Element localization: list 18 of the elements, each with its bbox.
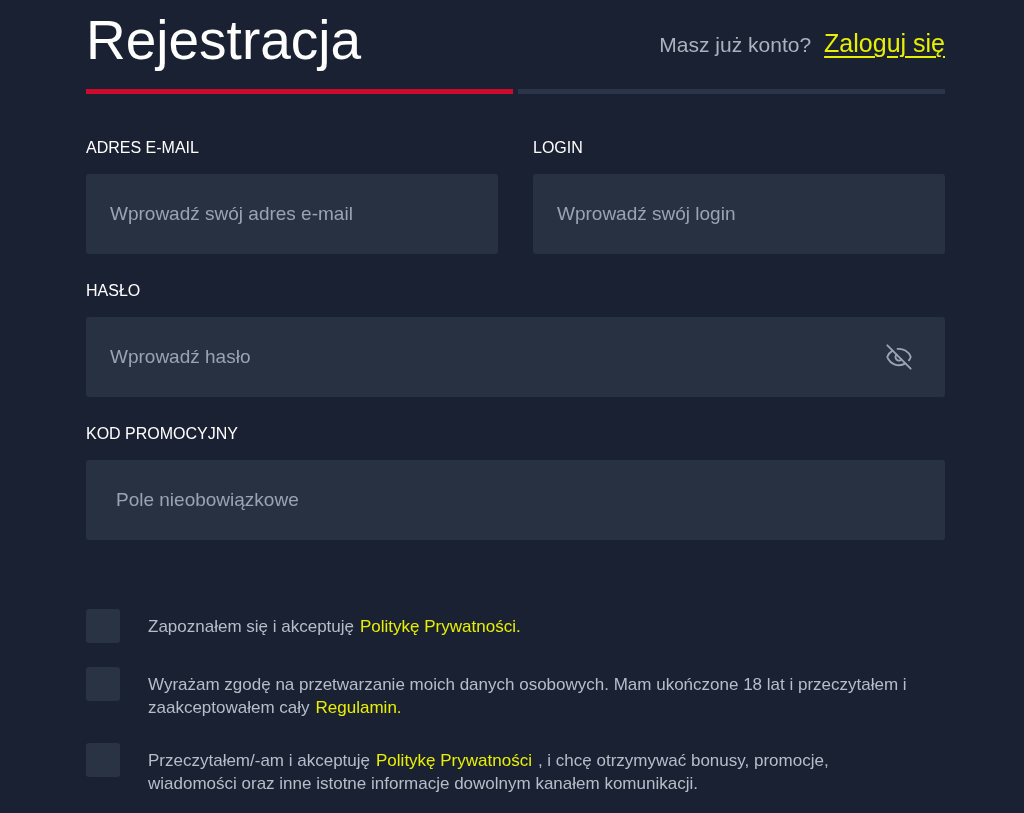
consent-text: Przeczytałem/-am i akceptuję Politykę Prywatności , i chcę otrzymywać bonusy, promocje, wiadomości oraz inne istotne informacje dowolnym kanałem komunikacji. bbox=[148, 750, 830, 795]
input-field[interactable]: Pole nieobowiązkowe bbox=[86, 460, 945, 540]
field-label: HASŁO bbox=[86, 281, 141, 301]
field-label: ADRES E-MAIL bbox=[86, 138, 199, 158]
page-title: Rejestracja bbox=[86, 9, 362, 71]
input-field[interactable]: Wprowadź swój adres e-mail bbox=[86, 174, 498, 254]
login-link[interactable]: Zaloguj się bbox=[824, 25, 945, 63]
input-field[interactable]: Wprowadź swój login bbox=[533, 174, 945, 254]
consent-text: Wyrażam zgodę na przetwarzanie moich danych osobowych. Mam ukończone 18 lat i przeczytałem i zaakceptowałem cały Regulamin. bbox=[148, 674, 908, 719]
consent-text: Zapoznałem się i akceptuję Politykę Prywatności. bbox=[148, 616, 522, 638]
eye-off-icon[interactable] bbox=[885, 343, 913, 371]
inline-link[interactable]: Politykę Prywatności bbox=[376, 751, 532, 770]
password-field[interactable]: Wprowadź hasło bbox=[86, 317, 945, 397]
inline-link[interactable]: Regulamin. bbox=[315, 698, 402, 717]
inline-link[interactable]: Politykę Prywatności. bbox=[360, 617, 521, 636]
field-label: KOD PROMOCYJNY bbox=[86, 424, 238, 444]
field-label: LOGIN bbox=[533, 138, 583, 158]
account-prompt: Masz już konto? bbox=[659, 32, 812, 59]
